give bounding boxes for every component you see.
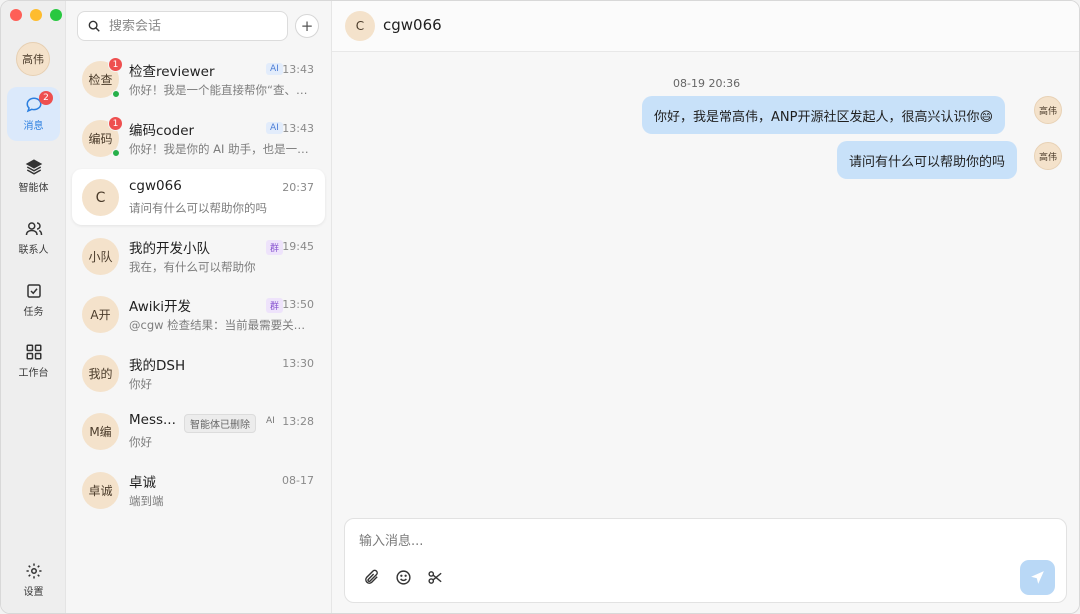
nav-item-tasks[interactable]: 任务	[7, 273, 60, 327]
conversation-list: + 检查 1 检查reviewer AI 13:43 你好！我是一个能直接帮你“…	[66, 1, 332, 613]
user-avatar[interactable]: 高伟	[16, 42, 50, 76]
conversation-time: 13:43	[282, 63, 314, 76]
contacts-icon	[25, 222, 42, 236]
nav-label: 工作台	[18, 368, 49, 379]
ai-tag: AI	[266, 122, 283, 134]
deleted-agent-tag: 智能体已删除	[184, 414, 256, 433]
conversation-item[interactable]: 编码 1 编码coder AI 13:43 你好！我是你的 AI 助手，也是一…	[72, 110, 325, 166]
conversation-item[interactable]: A开 Awiki开发 群 13:50 @cgw 检查结果：当前最需要关…	[72, 286, 325, 342]
conversation-time: 13:43	[282, 122, 314, 135]
layers-icon	[25, 159, 42, 175]
group-tag: 群	[266, 298, 284, 313]
checkbox-icon	[26, 284, 41, 298]
conversation-avatar: A开	[82, 296, 119, 333]
conversation-preview: 你好	[129, 435, 152, 449]
conversation-avatar: C	[82, 179, 119, 216]
search-input[interactable]	[109, 18, 279, 34]
sender-avatar[interactable]: 高伟	[1034, 142, 1062, 170]
unread-badge: 1	[108, 116, 123, 131]
conversation-avatar: 卓诚	[82, 472, 119, 509]
message-composer	[344, 518, 1067, 603]
conversation-name: cgw066	[129, 178, 182, 194]
conversation-item-active[interactable]: C cgw066 20:37 请问有什么可以帮助你的吗	[72, 169, 325, 225]
search-icon	[88, 20, 100, 32]
conversation-time: 13:28	[282, 415, 314, 428]
plus-icon: +	[300, 17, 314, 35]
unread-badge: 1	[108, 57, 123, 72]
close-window-button[interactable]	[10, 9, 22, 21]
nav-label: 消息	[23, 121, 44, 132]
message-bubble[interactable]: 你好，我是常高伟，ANP开源社区发起人，很高兴认识你😄	[642, 96, 1006, 134]
conversation-item[interactable]: 卓诚 卓诚 08-17 端到端	[72, 462, 325, 518]
conversation-preview: 我在，有什么可以帮助你	[129, 260, 256, 274]
conversation-item[interactable]: 检查 1 检查reviewer AI 13:43 你好！我是一个能直接帮你“查、…	[72, 51, 325, 107]
conversation-preview: @cgw 检查结果：当前最需要关…	[129, 318, 306, 332]
nav-item-messages[interactable]: 消息 2	[7, 87, 60, 141]
nav-item-agents[interactable]: 智能体	[7, 149, 60, 203]
grid-icon	[26, 344, 41, 360]
conversation-item[interactable]: 小队 我的开发小队 群 19:45 我在，有什么可以帮助你	[72, 228, 325, 284]
send-button[interactable]	[1020, 560, 1055, 595]
scissors-icon	[427, 570, 442, 584]
online-indicator	[112, 90, 120, 98]
conversation-time: 13:50	[282, 298, 314, 311]
chat-title: cgw066	[383, 16, 442, 34]
conversation-time: 13:30	[282, 357, 314, 370]
conversation-time: 19:45	[282, 240, 314, 253]
nav-label: 联系人	[18, 245, 49, 256]
message-input[interactable]	[359, 530, 1049, 552]
conversation-time: 20:37	[282, 181, 314, 194]
send-icon	[1031, 571, 1044, 584]
nav-rail: 高伟 消息 2 智能体 联系人 任务 工作台 设置	[1, 1, 66, 613]
zoom-window-button[interactable]	[50, 9, 62, 21]
conversation-name: 检查reviewer	[129, 64, 215, 80]
nav-item-workbench[interactable]: 工作台	[7, 334, 60, 388]
ai-tag: AI	[266, 63, 283, 75]
group-tag: 群	[266, 240, 284, 255]
nav-item-settings[interactable]: 设置	[7, 553, 60, 607]
message-timestamp: 08-19 20:36	[673, 77, 741, 90]
conversation-name: 编码coder	[129, 123, 195, 139]
conversation-name: Mess...	[129, 412, 176, 428]
gear-icon	[26, 563, 41, 579]
ai-tag: AI	[266, 416, 275, 426]
conversation-item[interactable]: 我的 我的DSH 13:30 你好	[72, 345, 325, 401]
unread-badge: 2	[39, 91, 53, 105]
conversation-item[interactable]: M编 Mess... 智能体已删除 AI 13:28 你好	[72, 403, 325, 459]
nav-item-contacts[interactable]: 联系人	[7, 211, 60, 265]
conversation-name: 我的DSH	[129, 358, 186, 374]
online-indicator	[112, 149, 120, 157]
conversation-name: 我的开发小队	[129, 241, 210, 257]
window-controls	[10, 9, 62, 21]
sender-avatar[interactable]: 高伟	[1034, 96, 1062, 124]
conversation-preview: 你好	[129, 377, 152, 391]
conversation-avatar: M编	[82, 413, 119, 450]
nav-label: 任务	[23, 307, 44, 318]
conversation-preview: 你好！我是你的 AI 助手，也是一…	[129, 142, 309, 156]
paperclip-icon	[364, 569, 378, 584]
smiley-icon	[395, 569, 411, 585]
conversation-preview: 你好！我是一个能直接帮你“查、…	[129, 83, 308, 97]
conversation-name: Awiki开发	[129, 299, 192, 315]
minimize-window-button[interactable]	[30, 9, 42, 21]
screenshot-button[interactable]	[426, 568, 444, 586]
nav-label: 设置	[23, 587, 44, 598]
chat-header: C cgw066	[332, 1, 1079, 52]
attach-button[interactable]	[362, 568, 380, 586]
conversation-time: 08-17	[282, 474, 314, 487]
chat-avatar[interactable]: C	[345, 11, 375, 41]
app-window: 高伟 消息 2 智能体 联系人 任务 工作台 设置 搜索会话 + 检查 1 检查…	[0, 0, 1080, 614]
conversation-preview: 端到端	[129, 494, 164, 508]
conversation-avatar: 我的	[82, 355, 119, 392]
nav-label: 智能体	[18, 183, 49, 194]
conversation-preview: 请问有什么可以帮助你的吗	[129, 201, 267, 215]
new-conversation-button[interactable]: +	[295, 14, 319, 38]
search-box[interactable]	[77, 11, 288, 41]
conversation-name: 卓诚	[129, 475, 156, 491]
chat-pane: C cgw066 08-19 20:36 你好，我是常高伟，ANP开源社区发起人…	[332, 1, 1079, 613]
message-bubble[interactable]: 请问有什么可以帮助你的吗	[837, 141, 1018, 179]
conversation-avatar: 小队	[82, 238, 119, 275]
emoji-button[interactable]	[394, 568, 412, 586]
